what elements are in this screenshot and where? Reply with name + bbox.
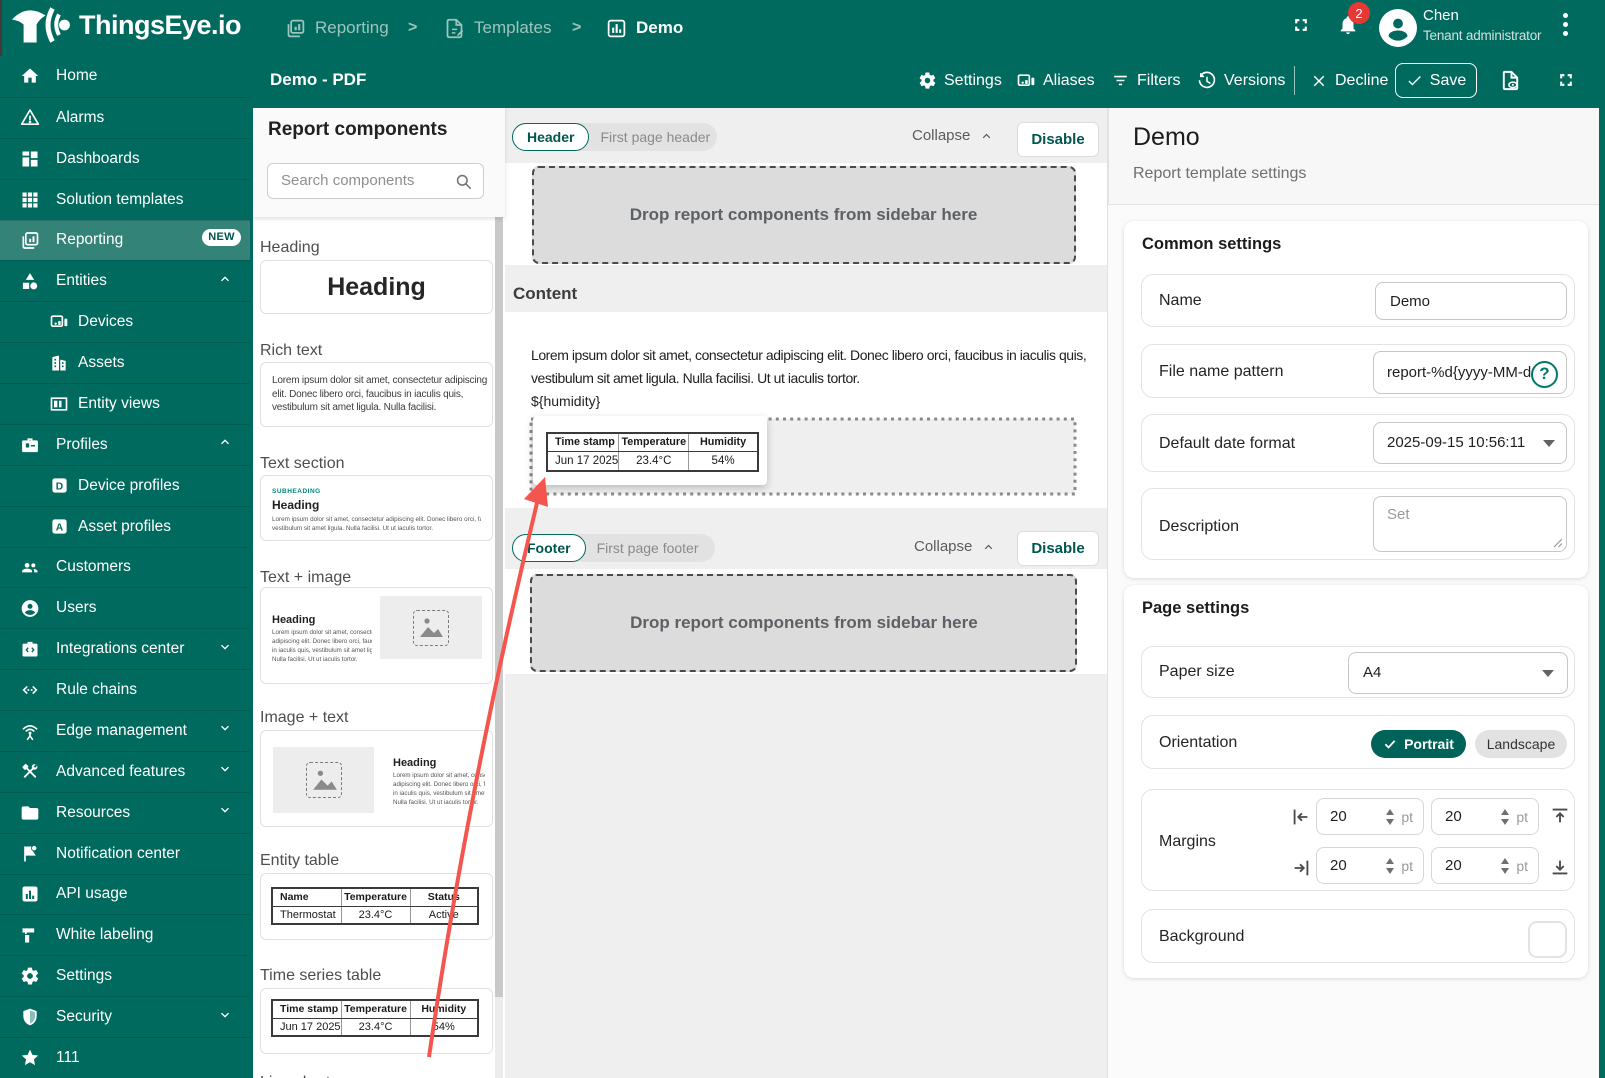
svg-text:D: D — [55, 482, 62, 493]
svg-text:A: A — [55, 523, 63, 534]
